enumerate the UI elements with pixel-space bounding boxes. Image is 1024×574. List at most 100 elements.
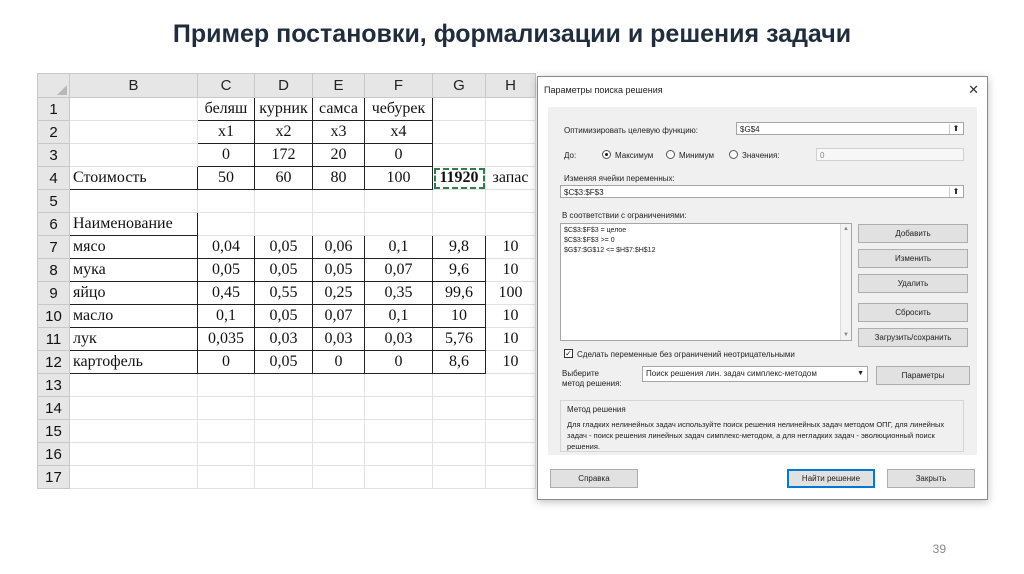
- cell-h11[interactable]: 10: [485, 327, 536, 351]
- cell-b2[interactable]: [69, 120, 198, 144]
- cell-c1[interactable]: беляш: [197, 97, 255, 121]
- solve-button[interactable]: Найти решение: [787, 469, 875, 488]
- cell-c4[interactable]: 50: [197, 166, 255, 190]
- cell-g5[interactable]: [432, 189, 486, 213]
- cell-f11[interactable]: 0,03: [364, 327, 433, 351]
- cell-c14[interactable]: [197, 396, 255, 420]
- cell-h12[interactable]: 10: [485, 350, 536, 374]
- cell-e2[interactable]: x3: [312, 120, 365, 144]
- row-header[interactable]: 17: [37, 465, 70, 489]
- cell-c2[interactable]: x1: [197, 120, 255, 144]
- cell-c5[interactable]: [197, 189, 255, 213]
- variables-field[interactable]: $C$3:$F$3 ⬆: [560, 185, 964, 198]
- row-header[interactable]: 15: [37, 419, 70, 443]
- cell-b14[interactable]: [69, 396, 198, 420]
- help-button[interactable]: Справка: [550, 469, 638, 488]
- reset-button[interactable]: Сбросить: [858, 303, 968, 322]
- cell-b10[interactable]: масло: [69, 304, 198, 328]
- cell-b1[interactable]: [69, 97, 198, 121]
- cell-f10[interactable]: 0,1: [364, 304, 433, 328]
- cell-d2[interactable]: x2: [254, 120, 313, 144]
- cell-c12[interactable]: 0: [197, 350, 255, 374]
- cell-b17[interactable]: [69, 465, 198, 489]
- cell-g12[interactable]: 8,6: [432, 350, 486, 374]
- cell-c7[interactable]: 0,04: [197, 235, 255, 259]
- cell-c8[interactable]: 0,05: [197, 258, 255, 282]
- cell-d12[interactable]: 0,05: [254, 350, 313, 374]
- delete-button[interactable]: Удалить: [858, 274, 968, 293]
- row-header[interactable]: 14: [37, 396, 70, 420]
- radio-min[interactable]: [666, 150, 675, 159]
- radio-min-label[interactable]: Минимум: [679, 151, 714, 160]
- cell-g16[interactable]: [432, 442, 486, 466]
- parameters-button[interactable]: Параметры: [876, 366, 970, 385]
- cell-e6[interactable]: [312, 212, 365, 236]
- cell-e7[interactable]: 0,06: [312, 235, 365, 259]
- row-header[interactable]: 7: [37, 235, 70, 259]
- column-header-c[interactable]: C: [197, 73, 255, 98]
- cell-e8[interactable]: 0,05: [312, 258, 365, 282]
- cell-d6[interactable]: [254, 212, 313, 236]
- cell-h10[interactable]: 10: [485, 304, 536, 328]
- nonnegative-checkbox[interactable]: ✓: [564, 349, 573, 358]
- constraint-item[interactable]: $C$3:$F$3 = целое: [564, 227, 626, 234]
- cell-d1[interactable]: курник: [254, 97, 313, 121]
- collapse-ref-icon[interactable]: ⬆: [949, 187, 962, 197]
- cell-d16[interactable]: [254, 442, 313, 466]
- row-header[interactable]: 5: [37, 189, 70, 213]
- cell-d11[interactable]: 0,03: [254, 327, 313, 351]
- cell-h1[interactable]: [485, 97, 536, 121]
- row-header[interactable]: 4: [37, 166, 70, 190]
- cell-e3[interactable]: 20: [312, 143, 365, 167]
- cell-b16[interactable]: [69, 442, 198, 466]
- cell-d4[interactable]: 60: [254, 166, 313, 190]
- cell-f6[interactable]: [364, 212, 433, 236]
- cell-h13[interactable]: [485, 373, 536, 397]
- cell-e16[interactable]: [312, 442, 365, 466]
- scroll-up-icon[interactable]: ▲: [841, 226, 851, 232]
- cell-g9[interactable]: 99,6: [432, 281, 486, 305]
- cell-h17[interactable]: [485, 465, 536, 489]
- cell-b8[interactable]: мука: [69, 258, 198, 282]
- row-header[interactable]: 9: [37, 281, 70, 305]
- column-header-f[interactable]: F: [364, 73, 433, 98]
- cell-b11[interactable]: лук: [69, 327, 198, 351]
- add-button[interactable]: Добавить: [858, 224, 968, 243]
- cell-h16[interactable]: [485, 442, 536, 466]
- cell-e12[interactable]: 0: [312, 350, 365, 374]
- cell-g10[interactable]: 10: [432, 304, 486, 328]
- cell-d7[interactable]: 0,05: [254, 235, 313, 259]
- radio-value[interactable]: [729, 150, 738, 159]
- cell-d13[interactable]: [254, 373, 313, 397]
- cell-b3[interactable]: [69, 143, 198, 167]
- cell-g13[interactable]: [432, 373, 486, 397]
- cell-f9[interactable]: 0,35: [364, 281, 433, 305]
- objective-field[interactable]: $G$4 ⬆: [736, 122, 964, 135]
- constraints-list[interactable]: $C$3:$F$3 = целое $C$3:$F$3 >= 0 $G$7:$G…: [560, 223, 852, 341]
- cell-b6[interactable]: Наименование: [69, 212, 198, 236]
- row-header[interactable]: 1: [37, 97, 70, 121]
- cell-c16[interactable]: [197, 442, 255, 466]
- cell-g6[interactable]: [432, 212, 486, 236]
- select-all-corner[interactable]: [37, 73, 70, 98]
- cell-h7[interactable]: 10: [485, 235, 536, 259]
- cell-h2[interactable]: [485, 120, 536, 144]
- cell-h3[interactable]: [485, 143, 536, 167]
- cell-g14[interactable]: [432, 396, 486, 420]
- row-header[interactable]: 6: [37, 212, 70, 236]
- cell-d17[interactable]: [254, 465, 313, 489]
- cell-c9[interactable]: 0,45: [197, 281, 255, 305]
- cell-c17[interactable]: [197, 465, 255, 489]
- cell-b4[interactable]: Стоимость: [69, 166, 198, 190]
- cell-c11[interactable]: 0,035: [197, 327, 255, 351]
- cell-e4[interactable]: 80: [312, 166, 365, 190]
- method-select[interactable]: Поиск решения лин. задач симплекс-методо…: [642, 366, 868, 382]
- constraint-item[interactable]: $C$3:$F$3 >= 0: [564, 237, 615, 244]
- cell-f8[interactable]: 0,07: [364, 258, 433, 282]
- cell-g1[interactable]: [432, 97, 486, 121]
- cell-d5[interactable]: [254, 189, 313, 213]
- dialog-titlebar[interactable]: Параметры поиска решения ✕: [538, 77, 987, 103]
- cell-g17[interactable]: [432, 465, 486, 489]
- cell-g2[interactable]: [432, 120, 486, 144]
- cell-h9[interactable]: 100: [485, 281, 536, 305]
